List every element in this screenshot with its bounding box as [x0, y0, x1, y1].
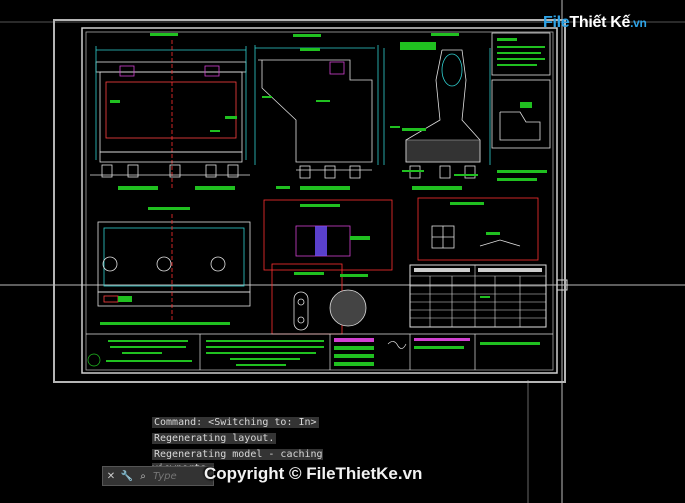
logo-text-vn: .vn — [630, 16, 647, 30]
notes-panel — [491, 32, 551, 181]
side-section-view — [254, 34, 379, 190]
command-line[interactable]: ✕ 🔧 ⌕ — [102, 466, 214, 486]
site-logo: FileThiết Kế.vn — [543, 14, 647, 32]
copyright-watermark: Copyright © FileThietKe.vn — [204, 464, 423, 483]
search-icon[interactable]: ⌕ — [135, 471, 151, 482]
plan-view — [97, 207, 251, 325]
wrench-icon[interactable]: 🔧 — [119, 471, 135, 482]
command-history-line-1: Command: <Switching to: In> — [152, 417, 319, 428]
dimension-labels — [210, 96, 490, 298]
pier-detail-view — [383, 33, 491, 190]
material-tables — [409, 264, 547, 328]
close-icon[interactable]: ✕ — [103, 471, 119, 482]
drawing-frame — [81, 27, 558, 374]
logo-text-file: File — [543, 14, 570, 31]
logo-text-thietke: Thiết Kế — [569, 14, 631, 31]
connection-detail-view — [263, 197, 539, 335]
paper-border — [53, 19, 566, 383]
title-block — [86, 333, 553, 370]
command-input[interactable] — [151, 469, 195, 483]
front-elevation-view — [90, 33, 250, 190]
command-history-line-2: Regenerating layout. — [152, 433, 277, 444]
